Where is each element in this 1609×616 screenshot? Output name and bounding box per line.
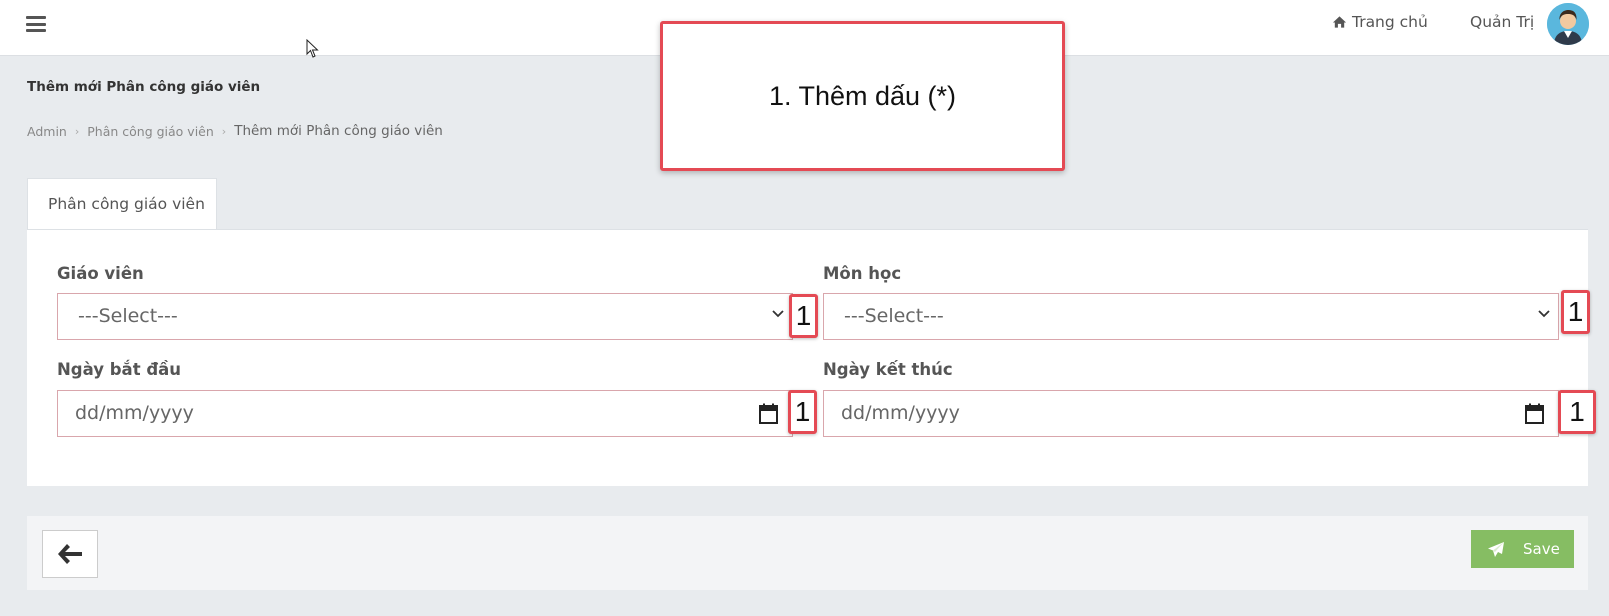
subject-select[interactable]: ---Select---: [823, 293, 1559, 340]
start-date-placeholder: dd/mm/yyyy: [75, 402, 194, 424]
subject-label: Môn học: [823, 264, 902, 283]
breadcrumb: Admin › Phân công giáo viên › Thêm mới P…: [27, 123, 443, 139]
calendar-icon[interactable]: [1525, 403, 1544, 424]
breadcrumb-teacher-assignment[interactable]: Phân công giáo viên: [87, 124, 214, 139]
teacher-select[interactable]: ---Select---: [57, 293, 793, 340]
form-panel: [27, 229, 1588, 486]
home-link[interactable]: Trang chủ: [1332, 13, 1428, 31]
save-button-label: Save: [1523, 540, 1560, 558]
breadcrumb-current: Thêm mới Phân công giáo viên: [234, 123, 443, 139]
annotation-badge: 1: [788, 390, 817, 434]
chevron-right-icon: ›: [74, 124, 80, 138]
calendar-icon[interactable]: [759, 403, 778, 424]
teacher-label: Giáo viên: [57, 264, 144, 283]
user-name[interactable]: Quản Trị: [1470, 13, 1534, 31]
teacher-select-value: ---Select---: [78, 305, 178, 327]
chevron-down-icon: [772, 310, 784, 318]
annotation-note: 1. Thêm dấu (*): [660, 21, 1065, 171]
start-date-label: Ngày bắt đầu: [57, 360, 182, 379]
end-date-placeholder: dd/mm/yyyy: [841, 402, 960, 424]
home-icon: [1332, 16, 1347, 28]
back-button[interactable]: [42, 530, 98, 578]
annotation-badge: 1: [789, 294, 818, 338]
subject-select-value: ---Select---: [844, 305, 944, 327]
end-date-label: Ngày kết thúc: [823, 360, 953, 379]
avatar[interactable]: [1547, 3, 1589, 45]
home-link-label: Trang chủ: [1352, 13, 1428, 31]
menu-icon[interactable]: [26, 16, 46, 32]
chevron-right-icon: ›: [221, 124, 227, 138]
mouse-cursor-icon: [306, 39, 319, 58]
page-title: Thêm mới Phân công giáo viên: [27, 79, 261, 95]
annotation-badge: 1: [1558, 390, 1596, 434]
paper-plane-icon: [1488, 541, 1504, 557]
save-button[interactable]: Save: [1471, 530, 1574, 568]
chevron-down-icon: [1538, 310, 1550, 318]
arrow-left-icon: [58, 544, 82, 564]
start-date-input[interactable]: dd/mm/yyyy: [57, 390, 793, 437]
breadcrumb-admin[interactable]: Admin: [27, 124, 67, 139]
annotation-badge: 1: [1561, 290, 1590, 334]
tab-teacher-assignment[interactable]: Phân công giáo viên: [27, 178, 217, 230]
form-footer: [27, 516, 1588, 590]
end-date-input[interactable]: dd/mm/yyyy: [823, 390, 1559, 437]
